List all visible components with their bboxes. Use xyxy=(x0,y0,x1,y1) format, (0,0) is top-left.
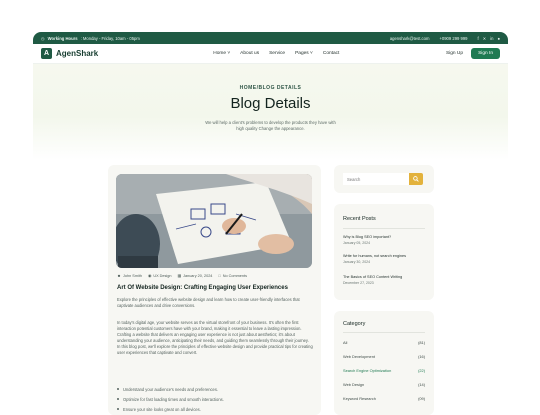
designer-sketching-illustration xyxy=(116,174,312,268)
breadcrumb: HOME/BLOG DETAILS xyxy=(239,85,302,91)
social-links: f ✕ in ● xyxy=(478,36,500,41)
nav-item-contact[interactable]: Contact xyxy=(323,51,340,56)
top-info-bar: ◷ Working Hours : Monday - Friday, 10am … xyxy=(33,32,508,44)
category-count: (14) xyxy=(418,381,425,387)
article-title: Art Of Website Design: Crafting Engaging… xyxy=(117,285,288,291)
facebook-icon[interactable]: f xyxy=(478,36,479,41)
page-hero: HOME/BLOG DETAILS Blog Details We will h… xyxy=(33,64,508,160)
meta-category: ◉ UX Design xyxy=(148,273,171,279)
linkedin-icon[interactable]: in xyxy=(490,36,493,41)
search-icon xyxy=(413,176,419,182)
list-item: Understand your audience's needs and pre… xyxy=(117,384,313,394)
brand-name: AgenShark xyxy=(56,49,99,58)
category-label: Web Design xyxy=(343,381,365,387)
main-navbar: A AgenShark Home ˅ About us Service Page… xyxy=(33,44,508,64)
recent-posts-heading: Recent Posts xyxy=(343,216,376,222)
x-icon[interactable]: ✕ xyxy=(483,36,487,41)
recent-post-item[interactable]: Why is Blog SEO important? January 05, 2… xyxy=(343,235,427,245)
calendar-icon: ▦ xyxy=(177,274,182,278)
recent-post-title[interactable]: Why is Blog SEO important? xyxy=(343,235,427,239)
divider xyxy=(343,332,425,333)
tag-icon: ◉ xyxy=(148,274,152,278)
article-meta: ☻ John Smith ◉ UX Design ▦ January 20, 2… xyxy=(117,273,247,279)
list-item: Optimize for fast loading times and smoo… xyxy=(117,394,313,404)
nav-item-service[interactable]: Service xyxy=(269,51,285,56)
category-label: Search Engine Optimization xyxy=(343,367,392,373)
author-name[interactable]: John Smith xyxy=(123,274,142,278)
category-item-web-development[interactable]: Web Development (16) xyxy=(343,350,425,362)
page-title: Blog Details xyxy=(230,95,311,112)
post-date: January 20, 2024 xyxy=(183,273,213,278)
category-item-keyword-research[interactable]: Keyword Research (09) xyxy=(343,392,425,404)
user-icon: ☻ xyxy=(117,273,121,278)
category-label: Keyword Research xyxy=(343,395,376,401)
comment-count[interactable]: No Comments xyxy=(223,274,247,278)
instagram-icon[interactable]: ● xyxy=(497,36,500,41)
signin-button[interactable]: Sign In xyxy=(471,48,500,59)
working-hours: ◷ Working Hours : Monday - Friday, 10am … xyxy=(41,36,140,41)
recent-post-item[interactable]: Write for humans, not search engines Jan… xyxy=(343,254,427,264)
recent-post-date: December 27, 2023 xyxy=(343,281,374,285)
article-body: In today's digital age, your website ser… xyxy=(117,320,313,355)
article-image xyxy=(116,174,312,268)
article-intro: Explore the principles of effective webs… xyxy=(117,297,300,308)
category-label: All xyxy=(343,339,348,345)
signup-link[interactable]: Sign Up xyxy=(446,51,463,56)
category-item-seo[interactable]: Search Engine Optimization (22) xyxy=(343,364,425,376)
meta-comments: □ No Comments xyxy=(218,273,247,278)
logo-icon: A xyxy=(41,48,52,59)
category-name[interactable]: UX Design xyxy=(153,274,171,278)
recent-post-item[interactable]: The Basics of SEO Content Writing Decemb… xyxy=(343,275,427,285)
phone-link[interactable]: +0909 299 999 xyxy=(439,36,467,41)
category-heading: Category xyxy=(343,321,366,327)
category-count: (22) xyxy=(418,367,425,373)
recent-post-title[interactable]: The Basics of SEO Content Writing xyxy=(343,275,427,279)
recent-post-title[interactable]: Write for humans, not search engines xyxy=(343,254,427,258)
working-hours-schedule: : Monday - Friday, 10am - 05pm xyxy=(80,35,140,41)
page-subtitle: We will help a client's problems to deve… xyxy=(205,120,336,131)
nav-item-about[interactable]: About us xyxy=(240,51,259,56)
meta-author: ☻ John Smith xyxy=(117,273,142,278)
category-count: (09) xyxy=(418,395,425,401)
recent-post-date: January 05, 2024 xyxy=(343,241,371,245)
category-count: (81) xyxy=(418,339,425,345)
category-item-web-design[interactable]: Web Design (14) xyxy=(343,378,425,390)
comment-icon: □ xyxy=(218,273,221,278)
search-widget xyxy=(334,165,434,193)
meta-date: ▦ January 20, 2024 xyxy=(177,273,213,279)
recent-posts-widget: Recent Posts Why is Blog SEO important? … xyxy=(334,204,434,300)
nav-item-home[interactable]: Home ˅ xyxy=(213,51,230,56)
category-label: Web Development xyxy=(343,353,375,359)
article-bullet-list: Understand your audience's needs and pre… xyxy=(117,384,313,414)
nav-menu: Home ˅ About us Service Pages ˅ Contact xyxy=(213,51,339,56)
category-count: (16) xyxy=(418,353,425,359)
category-item-all[interactable]: All (81) xyxy=(343,336,425,348)
divider xyxy=(343,228,425,229)
brand-logo[interactable]: A AgenShark xyxy=(41,48,98,59)
search-input[interactable] xyxy=(343,173,409,185)
list-item: Ensure your site looks great on all devi… xyxy=(117,404,313,414)
working-hours-label: Working Hours xyxy=(47,35,78,41)
clock-icon: ◷ xyxy=(41,35,45,41)
search-button[interactable] xyxy=(409,173,423,185)
email-link[interactable]: agenshark@test.com xyxy=(390,36,430,41)
category-widget: Category All (81) Web Development (16) S… xyxy=(334,311,434,415)
nav-item-pages[interactable]: Pages ˅ xyxy=(295,51,313,56)
recent-post-date: January 30, 2024 xyxy=(343,260,371,264)
